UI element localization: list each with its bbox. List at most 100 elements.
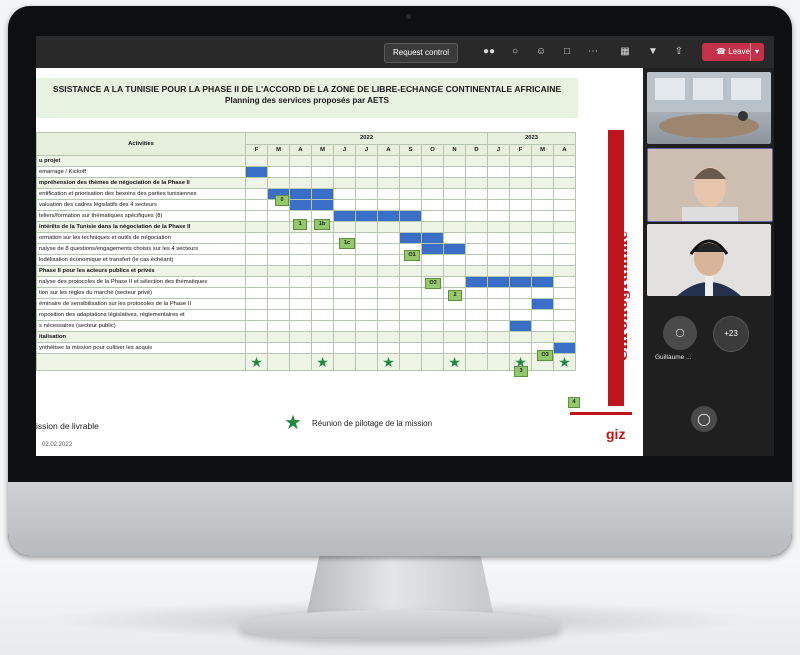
more-icon[interactable]: ⋯ (586, 45, 600, 59)
gantt-cell (311, 276, 334, 288)
gantt-cell (421, 287, 444, 299)
table-row: valuation des cadres législatifs des 4 s… (36, 199, 576, 211)
participant-name: Guillaume ... (655, 354, 692, 361)
activity-label: ynthétiser la mission pour cultiver les … (36, 342, 246, 354)
activity-label: italisation (36, 331, 246, 343)
gantt-cell (377, 243, 400, 255)
request-control-button[interactable]: Request control (384, 43, 458, 63)
milestone-1c: 1c (339, 238, 355, 249)
chat-icon[interactable]: ○ (508, 45, 522, 59)
gantt-cell (355, 320, 378, 332)
gantt-cell (267, 276, 290, 288)
activity-label: intérêts de la Tunisie dans la négociati… (36, 221, 246, 233)
gantt-cell (421, 309, 444, 321)
gantt-cell (443, 166, 466, 178)
gantt-cell (377, 298, 400, 310)
gantt-cell (245, 155, 268, 167)
gantt-cell (553, 331, 576, 343)
gantt-cell (487, 243, 510, 255)
mic-icon[interactable]: ▼ (646, 45, 660, 59)
video-tile-participant-active[interactable] (647, 148, 773, 222)
gantt-cell (399, 309, 422, 321)
gantt-cell (531, 265, 554, 277)
gantt-cell (509, 166, 532, 178)
gantt-cell (553, 342, 576, 354)
gantt-cell (487, 155, 510, 167)
gantt-cell (399, 166, 422, 178)
gantt-cell (509, 210, 532, 222)
gantt-cell (333, 254, 356, 266)
gantt-cell (421, 254, 444, 266)
gantt-cell (355, 298, 378, 310)
rooms-icon[interactable]: □ (560, 45, 574, 59)
gantt-cell (333, 320, 356, 332)
overflow-participants-button[interactable]: +23 (713, 316, 749, 352)
video-tile-participant-headset[interactable] (647, 224, 771, 296)
avatar[interactable]: ◯ (663, 316, 697, 350)
gantt-cell (443, 342, 466, 354)
gantt-cell (267, 155, 290, 167)
camera-icon[interactable]: ▦ (618, 45, 632, 59)
gantt-cell (465, 199, 488, 211)
react-icon[interactable]: ☺ (534, 45, 548, 59)
gantt-cell (289, 232, 312, 244)
gantt-cell (443, 265, 466, 277)
gantt-cell (355, 155, 378, 167)
gantt-cell (377, 188, 400, 200)
milestone-3: 3 (514, 366, 528, 377)
gantt-cell (465, 298, 488, 310)
star-cell: ★ (377, 353, 400, 371)
gantt-cell (245, 188, 268, 200)
gantt-cell (553, 265, 576, 277)
self-avatar[interactable]: ◯ (691, 406, 717, 432)
activity-label: nalyse des protocoles de la Phase II et … (36, 276, 246, 288)
gantt-cell (355, 166, 378, 178)
milestone-o2: O2 (425, 278, 441, 289)
gantt-cell (421, 188, 444, 200)
gantt-cell (531, 243, 554, 255)
video-tile-room[interactable] (647, 72, 771, 144)
gantt-cell (289, 254, 312, 266)
gantt-cell (333, 188, 356, 200)
gantt-cell (553, 188, 576, 200)
gantt-cell (289, 309, 312, 321)
gantt-cell (443, 309, 466, 321)
gantt-cell (377, 210, 400, 222)
gantt-cell (311, 254, 334, 266)
gantt-cell (245, 254, 268, 266)
footer-label: ission de livrable (36, 421, 99, 431)
gantt-cell (289, 199, 312, 211)
gantt-cell (553, 276, 576, 288)
gantt-cell (377, 199, 400, 211)
table-row: mpréhension des thèmes de négociation de… (36, 177, 576, 189)
gantt-cell (531, 320, 554, 332)
gantt-cell (443, 177, 466, 189)
star-cell (487, 353, 510, 371)
chevron-down-icon[interactable]: ▾ (750, 43, 763, 61)
table-row: u projet (36, 155, 576, 167)
star-cell (267, 353, 290, 371)
people-icon[interactable]: ●● (482, 45, 496, 59)
star-cell: ★ (443, 353, 466, 371)
gantt-cell (509, 188, 532, 200)
gantt-cell (355, 232, 378, 244)
gantt-cell (553, 254, 576, 266)
gantt-cell (553, 309, 576, 321)
gantt-cell (377, 155, 400, 167)
month-cell: J (333, 143, 356, 156)
gantt-cell (311, 309, 334, 321)
gantt-cell (289, 276, 312, 288)
month-cell: F (245, 143, 268, 156)
gantt-cell (245, 342, 268, 354)
gantt-cell (267, 210, 290, 222)
month-cell: M (267, 143, 290, 156)
month-cell: J (355, 143, 378, 156)
gantt-cell (531, 287, 554, 299)
gantt-cell (509, 298, 532, 310)
gantt-cell (509, 155, 532, 167)
gantt-cell (465, 188, 488, 200)
share-icon[interactable]: ⇧ (672, 45, 686, 59)
gantt-cell (399, 188, 422, 200)
gantt-cell (399, 276, 422, 288)
gantt-cell (333, 155, 356, 167)
